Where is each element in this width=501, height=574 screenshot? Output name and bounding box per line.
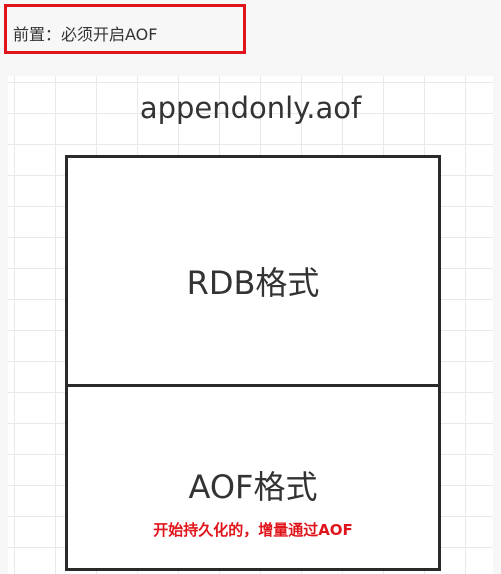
aof-section-note: 开始持久化的，增量通过AOF: [153, 521, 353, 539]
aof-section-label: AOF格式: [188, 468, 318, 506]
file-name-label: appendonly.aof: [139, 91, 362, 125]
prerequisite-text: 前置：必须开启AOF: [13, 25, 158, 44]
rdb-section-label: RDB格式: [186, 264, 320, 302]
aof-file-box: RDB格式 AOF格式 开始持久化的，增量通过AOF: [65, 155, 441, 571]
prerequisite-callout: 前置：必须开启AOF: [4, 4, 246, 54]
